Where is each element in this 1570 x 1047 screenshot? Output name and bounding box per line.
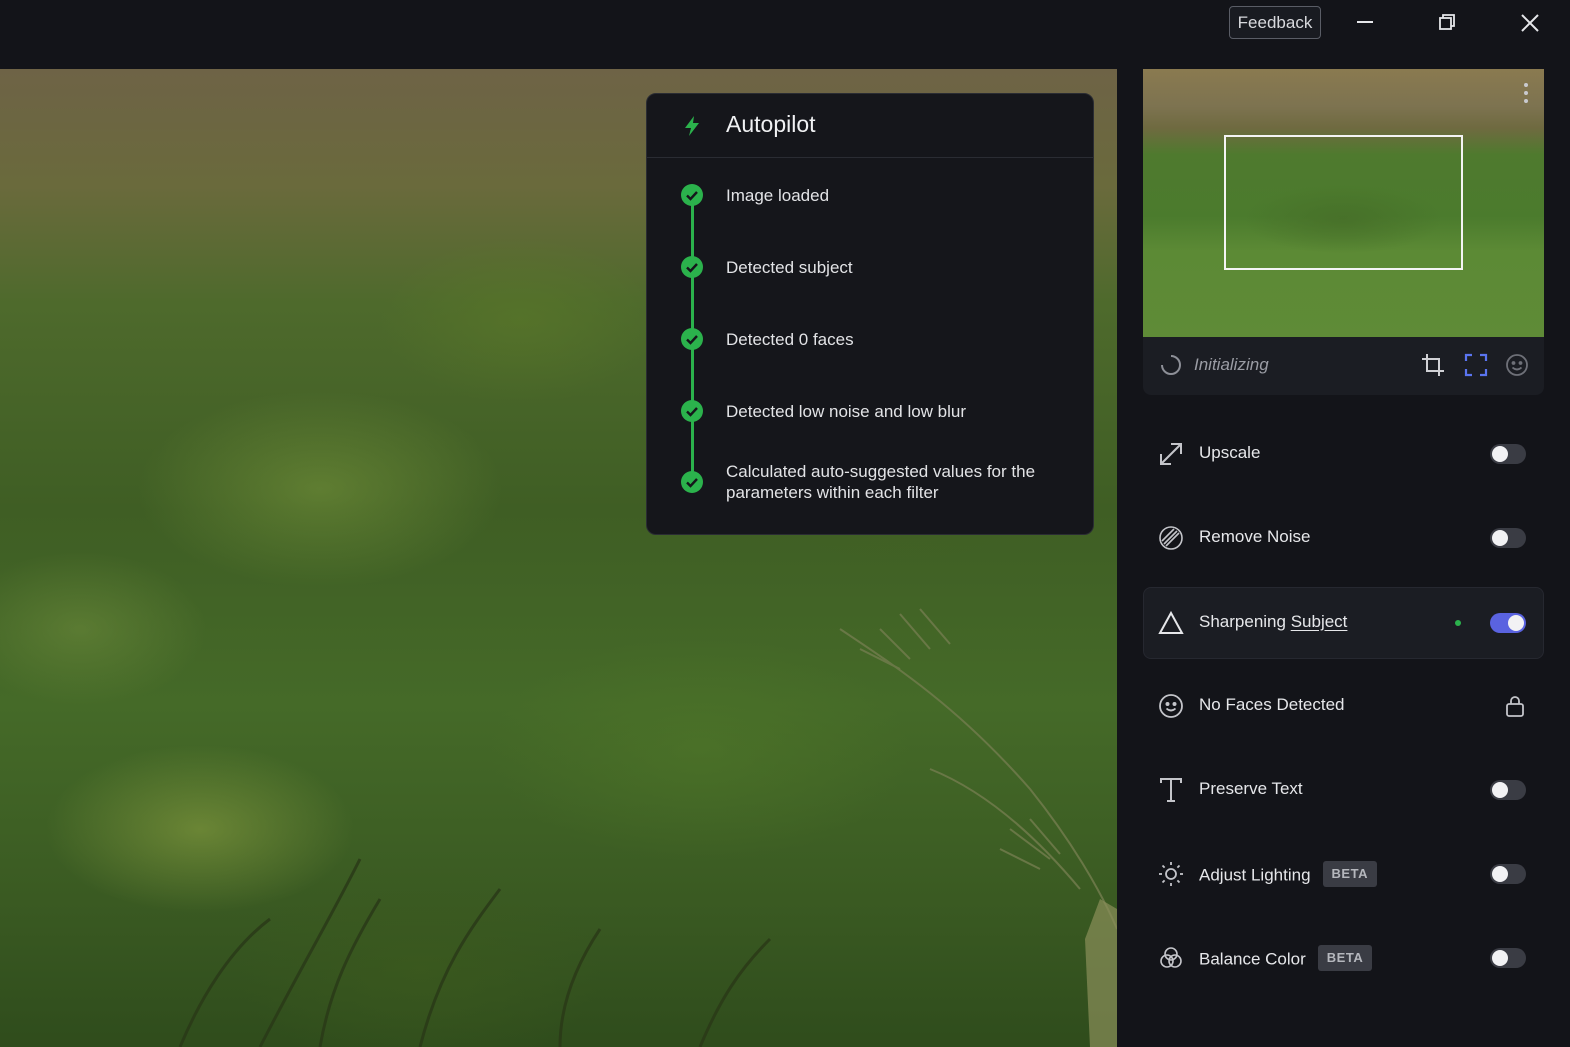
filter-label: Upscale xyxy=(1199,443,1261,462)
autopilot-header: Autopilot xyxy=(647,94,1093,158)
lightning-bolt-icon xyxy=(680,114,704,138)
step-label: Detected low noise and low blur xyxy=(726,402,967,421)
viewport-frame[interactable] xyxy=(1224,135,1463,270)
filter-adjust-lighting[interactable]: Adjust Lighting BETA xyxy=(1143,838,1544,910)
sun-icon xyxy=(1157,860,1185,888)
check-icon xyxy=(681,328,703,350)
filter-face-recovery[interactable]: No Faces Detected xyxy=(1143,670,1544,742)
beta-badge: BETA xyxy=(1322,861,1377,887)
face-icon xyxy=(1157,692,1185,720)
color-circles-icon xyxy=(1157,944,1185,972)
autopilot-panel: Autopilot Image loaded Detected subject … xyxy=(646,93,1094,535)
filter-label: No Faces Detected xyxy=(1199,695,1345,714)
beta-badge: BETA xyxy=(1317,945,1373,971)
filter-label: Adjust Lighting BETA xyxy=(1199,861,1377,889)
loading-spinner-icon xyxy=(1161,355,1181,375)
filter-upscale[interactable]: Upscale xyxy=(1143,418,1544,490)
filter-remove-noise[interactable]: Remove Noise xyxy=(1143,502,1544,574)
lock-icon xyxy=(1504,694,1526,718)
minimize-icon[interactable] xyxy=(1350,8,1380,38)
balance-color-toggle[interactable] xyxy=(1490,948,1526,968)
triangle-icon xyxy=(1157,609,1185,637)
adjust-lighting-toggle[interactable] xyxy=(1490,864,1526,884)
step-label: Calculated auto-suggested values for the… xyxy=(726,462,1036,502)
check-icon xyxy=(681,471,703,493)
step-label: Detected subject xyxy=(726,258,853,277)
filter-preserve-text[interactable]: Preserve Text xyxy=(1143,754,1544,826)
step-label: Image loaded xyxy=(726,186,830,205)
modified-indicator xyxy=(1455,620,1461,626)
check-icon xyxy=(681,256,703,278)
balance-color-label: Balance Color xyxy=(1199,949,1306,969)
more-vertical-icon[interactable] xyxy=(1522,81,1530,105)
title-bar: Feedback xyxy=(0,0,1570,69)
sharpening-mode-link[interactable]: Subject xyxy=(1291,612,1348,631)
remove-noise-icon xyxy=(1157,524,1185,552)
filter-label: Sharpening Subject xyxy=(1199,612,1347,632)
upscale-toggle[interactable] xyxy=(1490,444,1526,464)
preserve-text-toggle[interactable] xyxy=(1490,780,1526,800)
close-icon[interactable] xyxy=(1515,8,1545,38)
filters-sidebar: Initializing Upscale Remove Noise Sharpe… xyxy=(1117,69,1570,1047)
upscale-arrow-icon xyxy=(1157,440,1185,468)
step-label: Detected 0 faces xyxy=(726,330,854,349)
navigator-status: Initializing xyxy=(1194,355,1269,374)
filter-sharpening[interactable]: Sharpening Subject xyxy=(1143,587,1544,659)
toggle-knob xyxy=(1492,866,1508,882)
face-icon[interactable] xyxy=(1504,352,1530,378)
filter-label: Preserve Text xyxy=(1199,779,1303,798)
restore-icon[interactable] xyxy=(1432,8,1462,38)
sharpening-toggle[interactable] xyxy=(1490,613,1526,633)
check-icon xyxy=(681,184,703,206)
crop-icon[interactable] xyxy=(1420,352,1446,378)
fit-to-screen-icon[interactable] xyxy=(1463,352,1489,378)
navigator-thumbnail[interactable] xyxy=(1143,69,1544,337)
check-icon xyxy=(681,400,703,422)
text-icon xyxy=(1157,776,1185,804)
toggle-knob xyxy=(1492,446,1508,462)
navigator-toolbar: Initializing xyxy=(1143,337,1544,395)
toggle-knob xyxy=(1508,615,1524,631)
filter-balance-color[interactable]: Balance Color BETA xyxy=(1143,922,1544,994)
toggle-knob xyxy=(1492,530,1508,546)
toggle-knob xyxy=(1492,782,1508,798)
autopilot-title: Autopilot xyxy=(726,111,816,137)
remove-noise-toggle[interactable] xyxy=(1490,528,1526,548)
feedback-button[interactable]: Feedback xyxy=(1229,6,1321,39)
filter-label: Balance Color BETA xyxy=(1199,945,1373,973)
sharpening-label: Sharpening xyxy=(1199,612,1286,631)
toggle-knob xyxy=(1492,950,1508,966)
adjust-lighting-label: Adjust Lighting xyxy=(1199,865,1311,885)
navigator-card: Initializing xyxy=(1143,69,1544,395)
filter-label: Remove Noise xyxy=(1199,527,1311,546)
